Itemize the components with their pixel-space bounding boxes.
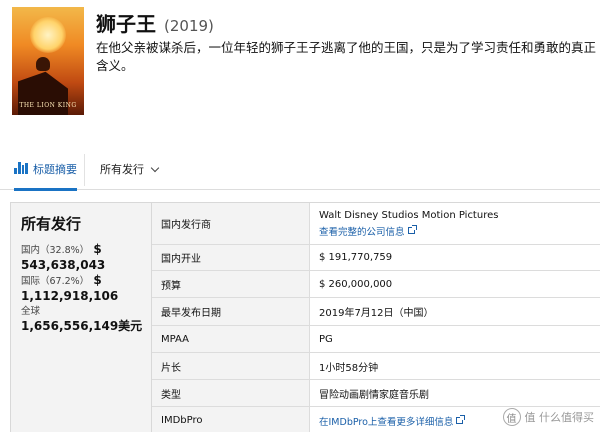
imdbpro-link-text: 在IMDbPro上查看更多详细信息 <box>319 416 454 428</box>
poster-title: THE LION KING <box>19 102 77 109</box>
domestic-gross: 国内（32.8%） $ 543,638,043 <box>21 242 151 273</box>
worldwide-label: 全球 <box>21 306 41 317</box>
details-table: 国内发行商 Walt Disney Studios Motion Picture… <box>151 202 600 432</box>
row-value: 2019年7月12日（中国） <box>309 298 600 325</box>
poster-sun <box>30 17 66 53</box>
table-row: 国内发行商 Walt Disney Studios Motion Picture… <box>152 203 600 245</box>
company-info-link[interactable]: 查看完整的公司信息 <box>319 224 600 238</box>
tab-all-releases[interactable]: 所有发行 <box>100 161 160 177</box>
row-value: Walt Disney Studios Motion Pictures 查看完整… <box>309 203 600 244</box>
tab-title-summary[interactable]: 标题摘要 <box>14 154 77 191</box>
row-key: IMDbPro <box>152 407 309 432</box>
international-label: 国际（67.2%） <box>21 276 90 287</box>
table-row: MPAA PG <box>152 326 600 353</box>
row-key: 类型 <box>152 380 309 406</box>
poster-lion <box>36 57 50 71</box>
row-value: $ 191,770,759 <box>309 245 600 270</box>
row-value: 冒险动画剧情家庭音乐剧 <box>309 380 600 406</box>
table-row: 片长 1小时58分钟 <box>152 353 600 380</box>
movie-title: 狮子王 <box>96 12 156 36</box>
chevron-down-icon <box>150 163 160 172</box>
tab-bar: 标题摘要 所有发行 <box>0 150 600 191</box>
external-link-icon <box>407 225 417 234</box>
active-tab-underline <box>14 188 77 191</box>
movie-poster[interactable]: THE LION KING <box>12 7 84 115</box>
worldwide-value: 1,656,556,149美元 <box>21 319 143 333</box>
movie-synopsis: 在他父亲被谋杀后，一位年轻的狮子王子逃离了他的王国，只是为了学习责任和勇敢的真正… <box>96 40 597 73</box>
row-value: $ 260,000,000 <box>309 271 600 297</box>
table-row: 类型 冒险动画剧情家庭音乐剧 <box>152 380 600 407</box>
tab-divider <box>84 154 85 186</box>
external-link-icon <box>456 415 466 424</box>
company-info-link-text: 查看完整的公司信息 <box>319 226 405 238</box>
international-gross: 国际（67.2%） $ 1,112,918,106 <box>21 273 151 304</box>
table-row: 预算 $ 260,000,000 <box>152 271 600 298</box>
row-key: MPAA <box>152 326 309 352</box>
title-row: 狮子王 (2019) <box>96 8 214 37</box>
movie-year: (2019) <box>164 17 214 35</box>
row-key: 国内发行商 <box>152 203 309 244</box>
all-releases-summary: 所有发行 国内（32.8%） $ 543,638,043 国际（67.2%） $… <box>10 202 151 432</box>
row-value: 1小时58分钟 <box>309 353 600 379</box>
site-watermark: 值 值 什么值得买 <box>502 408 595 426</box>
table-row: 国内开业 $ 191,770,759 <box>152 245 600 271</box>
domestic-label: 国内（32.8%） <box>21 245 90 256</box>
watermark-logo-icon: 值 <box>502 408 521 426</box>
distributor-name: Walt Disney Studios Motion Pictures <box>319 209 499 221</box>
summary-title: 所有发行 <box>21 215 82 233</box>
worldwide-gross: 全球 1,656,556,149美元 <box>21 304 151 334</box>
tab-title-summary-label: 标题摘要 <box>33 163 77 176</box>
bar-chart-icon <box>14 162 28 174</box>
movie-header: THE LION KING 狮子王 (2019) 在他父亲被谋杀后，一位年轻的狮… <box>0 0 600 134</box>
row-key: 国内开业 <box>152 245 309 270</box>
watermark-text: 值 什么值得买 <box>524 411 595 424</box>
table-row: 最早发布日期 2019年7月12日（中国） <box>152 298 600 326</box>
row-key: 预算 <box>152 271 309 297</box>
tab-all-releases-label: 所有发行 <box>100 163 144 176</box>
row-key: 片长 <box>152 353 309 379</box>
row-value: PG <box>309 326 600 352</box>
row-key: 最早发布日期 <box>152 298 309 325</box>
